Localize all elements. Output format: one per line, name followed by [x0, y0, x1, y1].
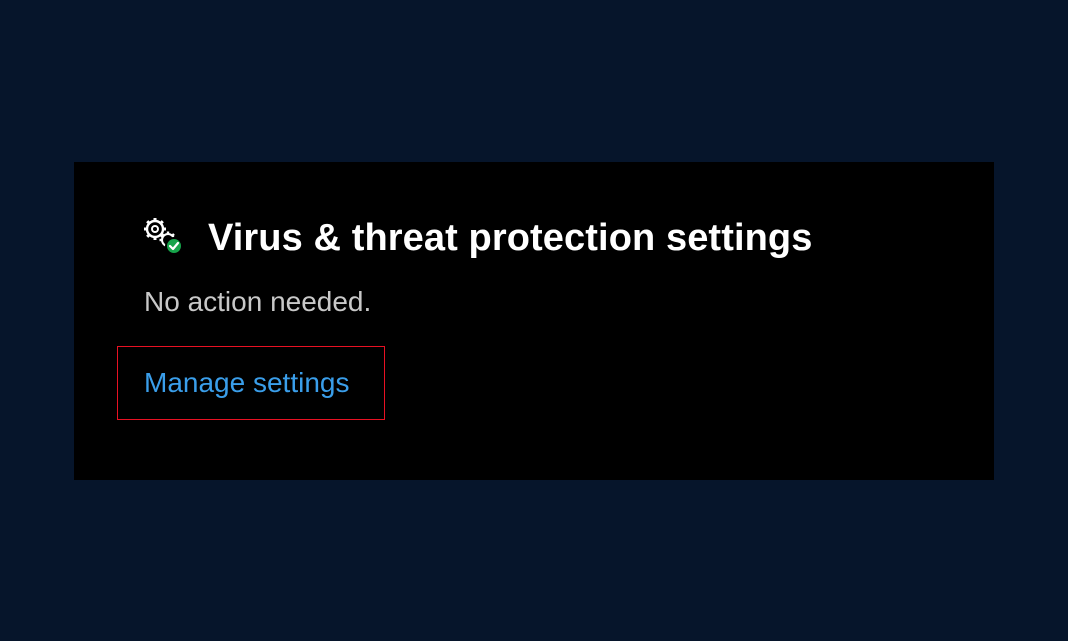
- status-text: No action needed.: [144, 286, 372, 317]
- card-title: Virus & threat protection settings: [208, 217, 813, 259]
- settings-gear-check-icon: [144, 218, 186, 258]
- virus-threat-settings-card: Virus & threat protection settings No ac…: [74, 162, 994, 480]
- card-header: Virus & threat protection settings: [144, 214, 812, 262]
- manage-settings-link[interactable]: Manage settings: [144, 365, 349, 401]
